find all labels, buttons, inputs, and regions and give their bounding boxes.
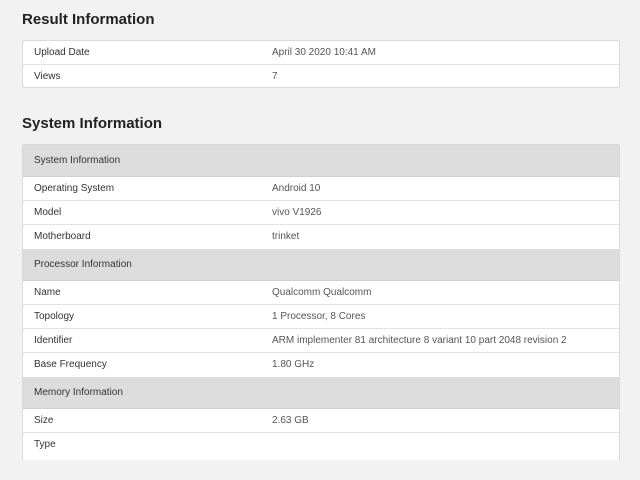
table-row-motherboard: Motherboard trinket: [23, 225, 619, 249]
table-row-base-frequency: Base Frequency 1.80 GHz: [23, 353, 619, 377]
table-row-views: Views 7: [23, 65, 619, 89]
group-header-memory: Memory Information: [23, 377, 619, 409]
table-row-model: Model vivo V1926: [23, 201, 619, 225]
group-header-system: System Information: [23, 145, 619, 177]
table-row-name: Name Qualcomm Qualcomm: [23, 281, 619, 305]
row-label: Views: [34, 71, 61, 82]
group-header-processor: Processor Information: [23, 249, 619, 281]
table-row-upload-date: Upload Date April 30 2020 10:41 AM: [23, 41, 619, 65]
row-value: Android 10: [272, 183, 321, 194]
system-information-table: System Information Operating System Andr…: [22, 144, 620, 460]
row-value: Qualcomm Qualcomm: [272, 287, 372, 298]
group-header-label: Memory Information: [34, 387, 123, 398]
table-row-operating-system: Operating System Android 10: [23, 177, 619, 201]
table-row-size: Size 2.63 GB: [23, 409, 619, 433]
result-information-table: Upload Date April 30 2020 10:41 AM Views…: [22, 40, 620, 88]
group-header-label: Processor Information: [34, 259, 132, 270]
row-value: 1.80 GHz: [272, 359, 315, 370]
row-value: 1 Processor, 8 Cores: [272, 311, 366, 322]
table-row-topology: Topology 1 Processor, 8 Cores: [23, 305, 619, 329]
row-label: Model: [34, 207, 62, 218]
row-label: Size: [34, 415, 54, 426]
row-value: trinket: [272, 231, 300, 242]
row-label: Type: [34, 439, 56, 450]
row-label: Name: [34, 287, 61, 298]
result-information-title: Result Information: [22, 11, 155, 28]
row-value: April 30 2020 10:41 AM: [272, 47, 376, 58]
row-label: Motherboard: [34, 231, 91, 242]
row-value: 2.63 GB: [272, 415, 309, 426]
group-header-label: System Information: [34, 155, 121, 166]
row-label: Base Frequency: [34, 359, 107, 370]
page: Result Information Upload Date April 30 …: [0, 0, 640, 480]
table-row-type: Type: [23, 433, 619, 457]
row-value: 7: [272, 71, 278, 82]
row-label: Upload Date: [34, 47, 90, 58]
row-label: Topology: [34, 311, 75, 322]
row-value: vivo V1926: [272, 207, 322, 218]
table-row-identifier: Identifier ARM implementer 81 architectu…: [23, 329, 619, 353]
system-information-title: System Information: [22, 115, 163, 132]
row-value: ARM implementer 81 architecture 8 varian…: [272, 335, 567, 346]
row-label: Operating System: [34, 183, 115, 194]
row-label: Identifier: [34, 335, 73, 346]
